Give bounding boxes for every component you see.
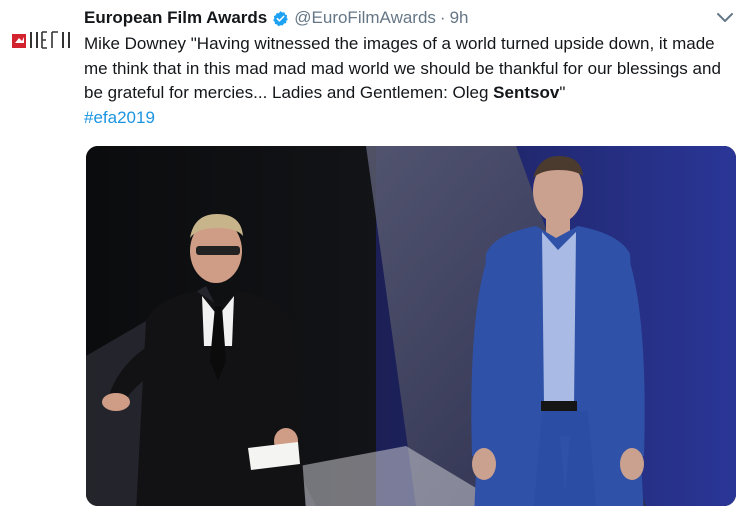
- tweet-header: European Film Awards @EuroFilmAwards · 9…: [84, 7, 736, 29]
- avatar[interactable]: [12, 28, 72, 50]
- tweet-text-bold: Sentsov: [493, 83, 560, 102]
- timestamp[interactable]: 9h: [450, 8, 469, 28]
- tweet-media-photo[interactable]: [86, 146, 736, 506]
- chevron-down-icon[interactable]: [716, 9, 734, 27]
- efa-logo-icon: [12, 31, 70, 49]
- tweet-text-main: Mike Downey "Having witnessed the images…: [84, 34, 721, 102]
- user-handle[interactable]: @EuroFilmAwards: [294, 8, 436, 28]
- tweet-text-tail: ": [559, 83, 566, 102]
- verified-badge-icon: [273, 10, 289, 26]
- display-name[interactable]: European Film Awards: [84, 8, 267, 28]
- hashtag-link[interactable]: #efa2019: [84, 108, 155, 127]
- tweet-text: Mike Downey "Having witnessed the images…: [84, 32, 724, 130]
- stage-photo-image: [86, 146, 736, 506]
- separator-dot: ·: [439, 8, 446, 27]
